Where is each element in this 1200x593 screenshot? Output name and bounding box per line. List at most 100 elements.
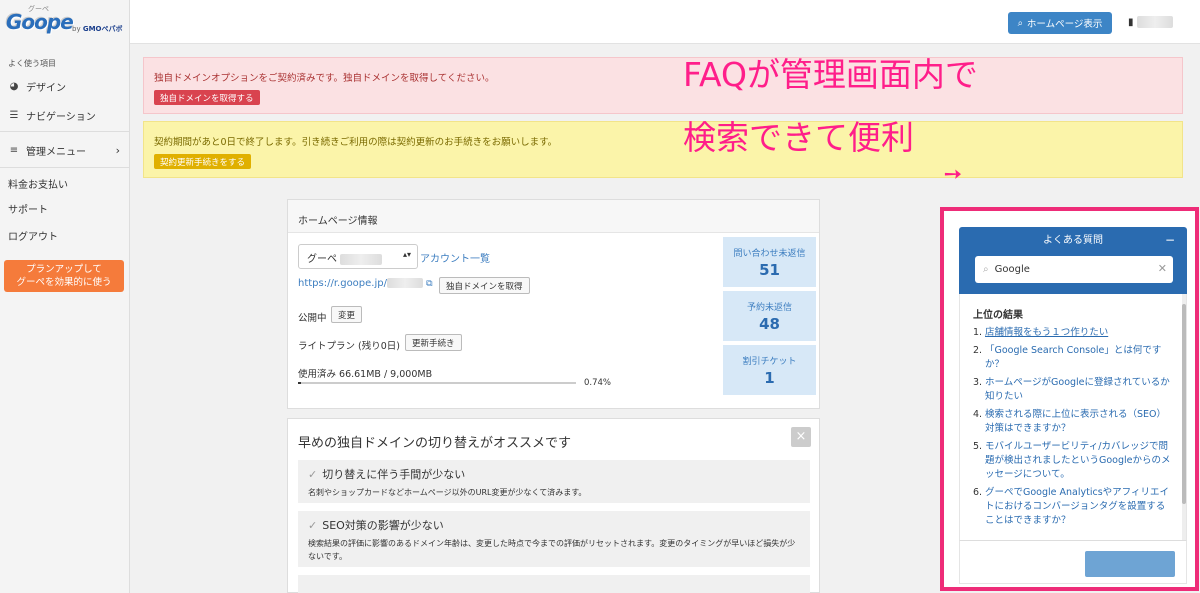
site-name-blurred: [340, 253, 383, 265]
sidebar-item-label: ログアウト: [8, 231, 58, 243]
username-blurred: [1136, 16, 1173, 28]
domain-recommend-panel: 早めの独自ドメインの切り替えがオススメです × ✓ 切り替えに伴う手間が少ない 名…: [287, 418, 820, 593]
stat-unreplied-inquiries[interactable]: 問い合わせ未返信 51: [723, 237, 816, 287]
chevron-right-icon: ›: [115, 143, 120, 157]
faq-result-item[interactable]: 2. 「Google Search Console」とは何ですか？: [973, 344, 1173, 372]
stat-label: 問い合わせ未返信: [733, 249, 806, 259]
divider: [0, 131, 130, 132]
faq-result-item[interactable]: 3. ホームページがGoogleに登録されているか知りたい: [973, 376, 1173, 404]
benefit-title: ✓ 切り替えに伴う手間が少ない: [308, 468, 466, 481]
get-domain-button[interactable]: 独自ドメインを取得する: [154, 90, 260, 105]
plan-button-line1: プランアップして: [26, 264, 102, 275]
menu-icon: ≡: [9, 144, 19, 156]
benefit-title: ✓ SEO対策の影響が少ない: [308, 519, 444, 532]
favorites-label: よく使う項目: [8, 59, 56, 68]
benefit-item: ✓ 切り替えに伴う手間が少ない 名刺やショップカードなどホームページ以外のURL変…: [298, 460, 810, 503]
sidebar-item-navigation[interactable]: ☰ ナビゲーション: [0, 104, 130, 126]
renewal-alert: 契約期間があと0日で終了します。引き続きご利用の際は契約更新のお手続きをお願いし…: [143, 121, 1183, 178]
user-menu[interactable]: ▮: [1128, 16, 1173, 28]
stat-discount-tickets[interactable]: 割引チケット 1: [723, 345, 816, 395]
publish-status: 公開中: [298, 313, 327, 324]
benefit-item-partial: [298, 575, 810, 593]
search-icon: ⌕: [1017, 17, 1023, 29]
goope-logo[interactable]: グーペ Goope by GMOペパボ: [6, 4, 126, 40]
list-icon: ☰: [9, 109, 19, 121]
select-arrows-icon: ▴▾: [402, 250, 411, 259]
usage-percent: 0.74%: [584, 378, 612, 388]
site-url-link[interactable]: https://r.goope.jp/ ⧉: [298, 278, 433, 289]
renew-contract-button[interactable]: 契約更新手続きをする: [154, 154, 252, 169]
stat-value: 51: [759, 261, 780, 279]
divider: [0, 167, 130, 168]
external-link-icon: ⧉: [426, 279, 433, 289]
faq-result-item[interactable]: 1. 店舗情報をもう１つ作りたい: [973, 326, 1173, 340]
renewal-alert-text: 契約期間があと0日で終了します。引き続きご利用の際は契約更新のお手続きをお願いし…: [154, 137, 558, 148]
change-status-button[interactable]: 変更: [331, 306, 363, 323]
logo-main: Goope: [6, 10, 74, 34]
sidebar-item-label: 管理メニュー: [26, 146, 86, 158]
minimize-icon[interactable]: −: [1165, 227, 1175, 254]
user-icon: ▮: [1128, 17, 1134, 28]
view-homepage-label: ホームページ表示: [1026, 19, 1103, 30]
stat-value: 48: [759, 315, 780, 333]
check-icon: ✓: [308, 519, 318, 532]
stat-label: 予約未返信: [746, 303, 792, 313]
faq-header: よくある質問 −: [959, 227, 1187, 254]
sidebar: グーペ Goope by GMOペパボ よく使う項目 ◕ デザイン ☰ ナビゲー…: [0, 0, 130, 593]
faq-highlight-frame: よくある質問 − ⌕ Google ✕ 上位の結果 1. 店舗情報をもう１つ作りた…: [940, 207, 1199, 591]
faq-search-value: Google: [994, 264, 1030, 275]
faq-results-list: 1. 店舗情報をもう１つ作りたい 2. 「Google Search Console…: [973, 322, 1173, 528]
topbar: ⌕ ホームページ表示 ▮: [130, 0, 1200, 44]
benefit-desc: 検索結果の評価に影響のあるドメイン年齢は、変更した時点で今までの評価がリセットさ…: [308, 539, 796, 561]
plan-upgrade-button[interactable]: プランアップして グーペを効果的に使う: [4, 260, 124, 292]
sidebar-item-label: サポート: [8, 204, 48, 216]
search-icon: ⌕: [983, 264, 989, 275]
faq-result-item[interactable]: 6. グーペでGoogle Analyticsやアフィリエイトにおけるコンバージョ…: [973, 486, 1173, 528]
sidebar-item-admin-menu[interactable]: ≡ 管理メニュー ›: [0, 139, 130, 161]
sidebar-item-label: ナビゲーション: [26, 111, 96, 123]
get-domain-small-button[interactable]: 独自ドメインを取得: [439, 277, 530, 294]
stat-unreplied-reservations[interactable]: 予約未返信 48: [723, 291, 816, 341]
site-select-value: グーペ: [307, 254, 337, 265]
close-button[interactable]: ×: [791, 427, 811, 447]
account-list-link[interactable]: アカウント一覧: [420, 250, 490, 265]
sidebar-item-design[interactable]: ◕ デザイン: [0, 75, 130, 97]
annotation-line1: FAQが管理画面内で: [683, 55, 978, 94]
annotation-line2: 検索できて便利: [683, 118, 914, 157]
footer-button-blurred[interactable]: [1085, 551, 1175, 577]
usage-progress-bar: [298, 382, 576, 384]
sidebar-item-label: デザイン: [26, 82, 66, 94]
faq-result-item[interactable]: 4. 検索される際に上位に表示される（SEO）対策はできますか？: [973, 408, 1173, 436]
faq-title: よくある質問: [1043, 235, 1103, 246]
sidebar-item-label: 料金お支払い: [8, 179, 68, 191]
benefit-item: ✓ SEO対策の影響が少ない 検索結果の評価に影響のあるドメイン年齢は、変更した時…: [298, 511, 810, 567]
sidebar-item-support[interactable]: サポート: [0, 197, 130, 219]
homepage-info-panel: ホームページ情報 グーペ ▴▾ アカウント一覧 https://r.goope.…: [287, 199, 820, 409]
plan-label: ライトプラン (残り0日): [298, 341, 400, 352]
faq-search-area: ⌕ Google ✕: [959, 254, 1187, 294]
sidebar-item-billing[interactable]: 料金お支払い: [0, 172, 130, 194]
faq-search-input[interactable]: ⌕ Google ✕: [975, 256, 1173, 283]
check-icon: ✓: [308, 468, 318, 481]
logo-by: by GMOペパボ: [72, 25, 123, 33]
palette-icon: ◕: [9, 80, 19, 92]
site-url-text: https://r.goope.jp/: [298, 278, 387, 289]
clear-icon[interactable]: ✕: [1158, 262, 1167, 275]
faq-result-item[interactable]: 5. モバイルユーザービリティ/カバレッジで問題が検出されましたというGoogle…: [973, 440, 1173, 482]
renew-button[interactable]: 更新手続き: [405, 334, 462, 351]
plan-button-line2: グーペを効果的に使う: [16, 277, 112, 288]
stat-value: 1: [764, 369, 775, 387]
view-homepage-button[interactable]: ⌕ ホームページ表示: [1008, 12, 1112, 34]
usage-label: 使用済み 66.61MB / 9,000MB: [298, 369, 433, 380]
faq-scrollbar[interactable]: [1182, 294, 1186, 540]
benefit-desc: 名刺やショップカードなどホームページ以外のURL変更が少なくて済みます。: [308, 488, 587, 497]
domain-alert: 独自ドメインオプションをご契約済みです。独自ドメインを取得してください。 独自ド…: [143, 57, 1183, 114]
faq-footer: [959, 540, 1187, 584]
sidebar-item-logout[interactable]: ログアウト: [0, 224, 130, 246]
site-select[interactable]: グーペ ▴▾: [298, 244, 418, 269]
stat-label: 割引チケット: [742, 357, 797, 367]
panel-title: ホームページ情報: [288, 200, 819, 233]
domain-recommend-title: 早めの独自ドメインの切り替えがオススメです: [298, 436, 572, 451]
faq-results: 上位の結果 1. 店舗情報をもう１つ作りたい 2. 「Google Search C…: [959, 294, 1187, 540]
faq-results-title: 上位の結果: [973, 310, 1023, 321]
